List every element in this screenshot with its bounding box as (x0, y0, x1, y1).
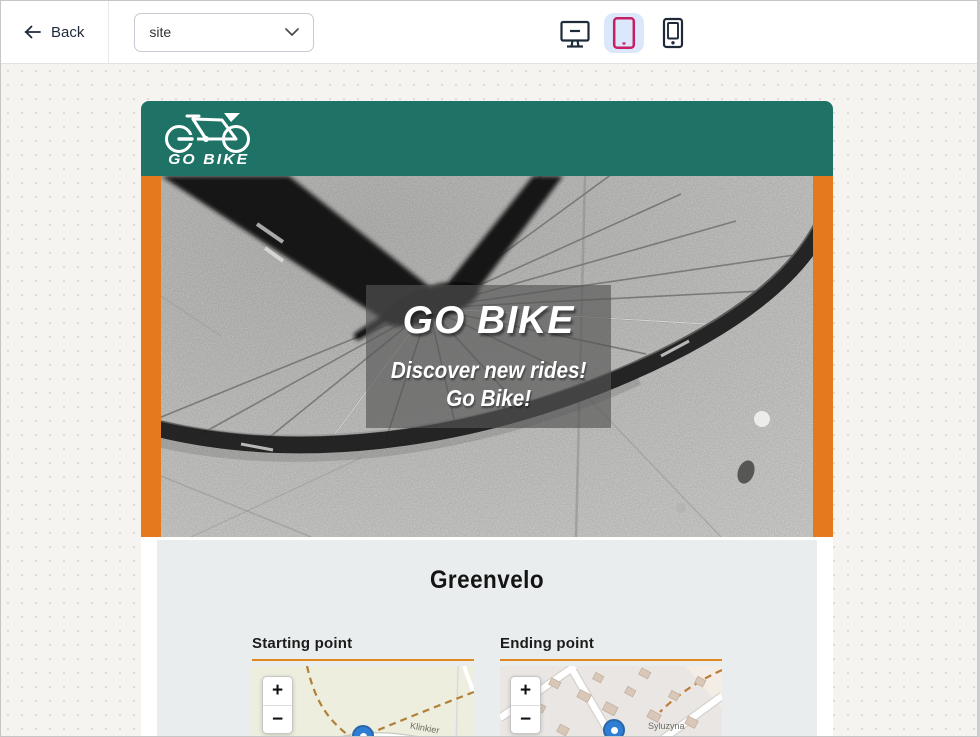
zoom-out-button[interactable]: − (511, 705, 540, 733)
section-heading: Greenvelo (190, 566, 784, 595)
ending-map-zoom-control: + − (510, 676, 541, 734)
hero-section: GO BIKE Discover new rides! Go Bike! (141, 176, 833, 537)
starting-point-label: Starting point (252, 635, 474, 661)
site-header: GO BIKE (141, 101, 833, 176)
site-logo: GO BIKE (162, 110, 256, 168)
back-arrow-icon (23, 25, 42, 39)
mobile-icon (661, 17, 685, 49)
zoom-out-button[interactable]: − (263, 705, 292, 733)
zoom-in-button[interactable]: + (263, 677, 292, 705)
hero-overlay: GO BIKE Discover new rides! Go Bike! (366, 285, 611, 428)
toolbar: Back site (1, 1, 977, 64)
hero-subtitle: Discover new rides! Go Bike! (391, 356, 587, 412)
app-window: Back site (0, 0, 980, 737)
chevron-down-icon (285, 28, 299, 36)
ending-point-marker (603, 719, 625, 736)
desktop-preview-button[interactable] (555, 13, 595, 53)
site-preview: GO BIKE (141, 101, 833, 736)
back-button-label: Back (51, 24, 84, 41)
route-section: Greenvelo Starting point (157, 540, 817, 736)
ending-map-place-label: Syluzyna (648, 721, 685, 731)
starting-map-zoom-control: + − (262, 676, 293, 734)
hero-title: GO BIKE (403, 301, 575, 340)
hero-subtitle-line2: Go Bike! (446, 385, 531, 411)
site-content: Greenvelo Starting point (141, 537, 833, 736)
starting-point-column: Starting point (252, 635, 474, 736)
ending-point-column: Ending point (500, 635, 722, 736)
device-preview-switcher (555, 13, 693, 53)
ending-point-map[interactable]: Syluzyna + − (500, 666, 722, 736)
ending-point-label: Ending point (500, 635, 722, 661)
tablet-icon (610, 16, 638, 50)
page-selector-value: site (149, 24, 171, 40)
mobile-preview-button[interactable] (653, 13, 693, 53)
tablet-preview-button[interactable] (604, 13, 644, 53)
route-columns: Starting point (157, 635, 817, 736)
toolbar-divider (108, 1, 109, 63)
site-logo-text: GO BIKE (168, 151, 249, 168)
builder-canvas: GO BIKE (1, 64, 977, 736)
desktop-icon (559, 19, 591, 48)
page-selector[interactable]: site (134, 13, 314, 52)
back-button[interactable]: Back (19, 18, 88, 47)
hero-subtitle-line1: Discover new rides! (391, 357, 587, 383)
starting-point-map[interactable]: Klinkier + − (252, 666, 474, 736)
zoom-in-button[interactable]: + (511, 677, 540, 705)
bicycle-logo-icon (162, 110, 256, 154)
